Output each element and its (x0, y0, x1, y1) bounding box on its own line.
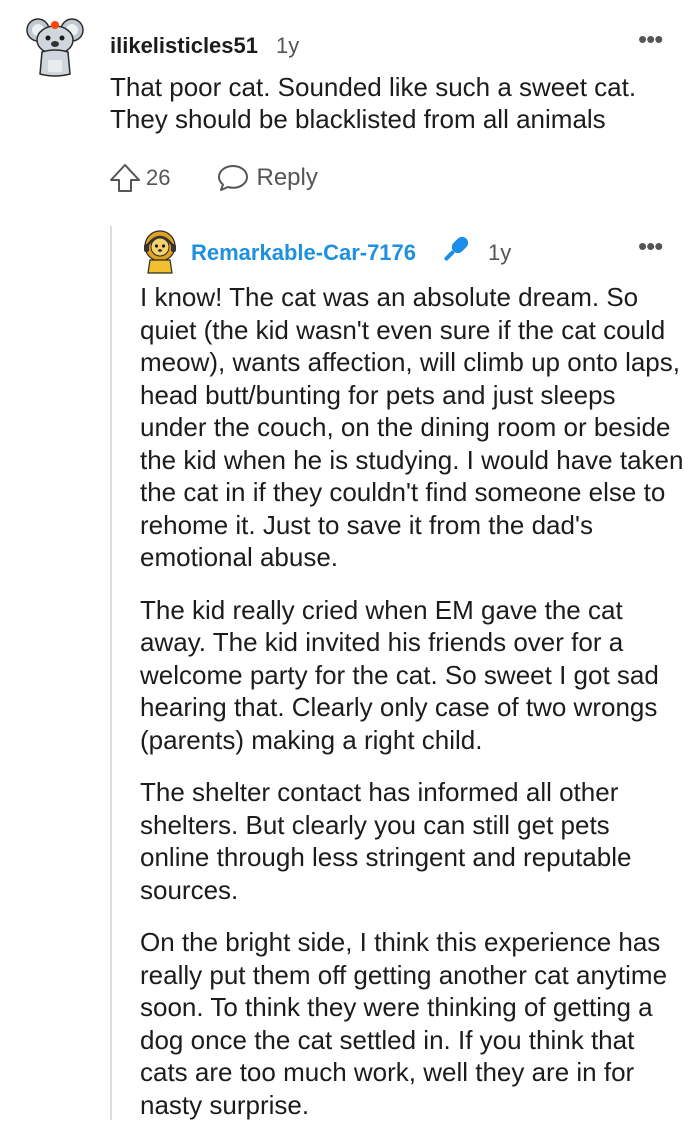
speech-bubble-icon (218, 165, 249, 191)
upvote-arrow-icon[interactable] (108, 161, 142, 195)
koala-avatar[interactable] (26, 16, 84, 78)
comment-age: 1y (276, 33, 300, 58)
reply-label: Reply (256, 164, 318, 191)
thread-line[interactable] (110, 226, 112, 1120)
reply-paragraph: On the bright side, I think this experie… (140, 927, 668, 1120)
reply-author[interactable]: Remarkable-Car-7176 (191, 240, 416, 266)
reply-paragraph: I know! The cat was an absolute dream. S… (140, 282, 684, 572)
comment-text: That poor cat. Sounded like such a sweet… (110, 72, 637, 134)
reply-paragraph: The kid really cried when EM gave the ca… (140, 594, 659, 755)
more-dots-icon[interactable]: ••• (638, 233, 663, 259)
lion-avatar[interactable] (139, 230, 181, 274)
reply-button[interactable]: Reply (216, 162, 318, 194)
more-dots-icon[interactable]: ••• (638, 26, 663, 52)
reply-body: I know! The cat was an absolute dream. S… (140, 281, 685, 1141)
vote-count: 26 (146, 165, 171, 190)
microphone-icon (444, 236, 469, 261)
reply-paragraph: The shelter contact has informed all oth… (140, 777, 632, 905)
reply-age: 1y (488, 240, 512, 265)
comment-actions: 26 Reply (108, 160, 318, 196)
comment-author[interactable]: ilikelisticles51 (110, 33, 258, 59)
comment-body: That poor cat. Sounded like such a sweet… (110, 71, 680, 135)
